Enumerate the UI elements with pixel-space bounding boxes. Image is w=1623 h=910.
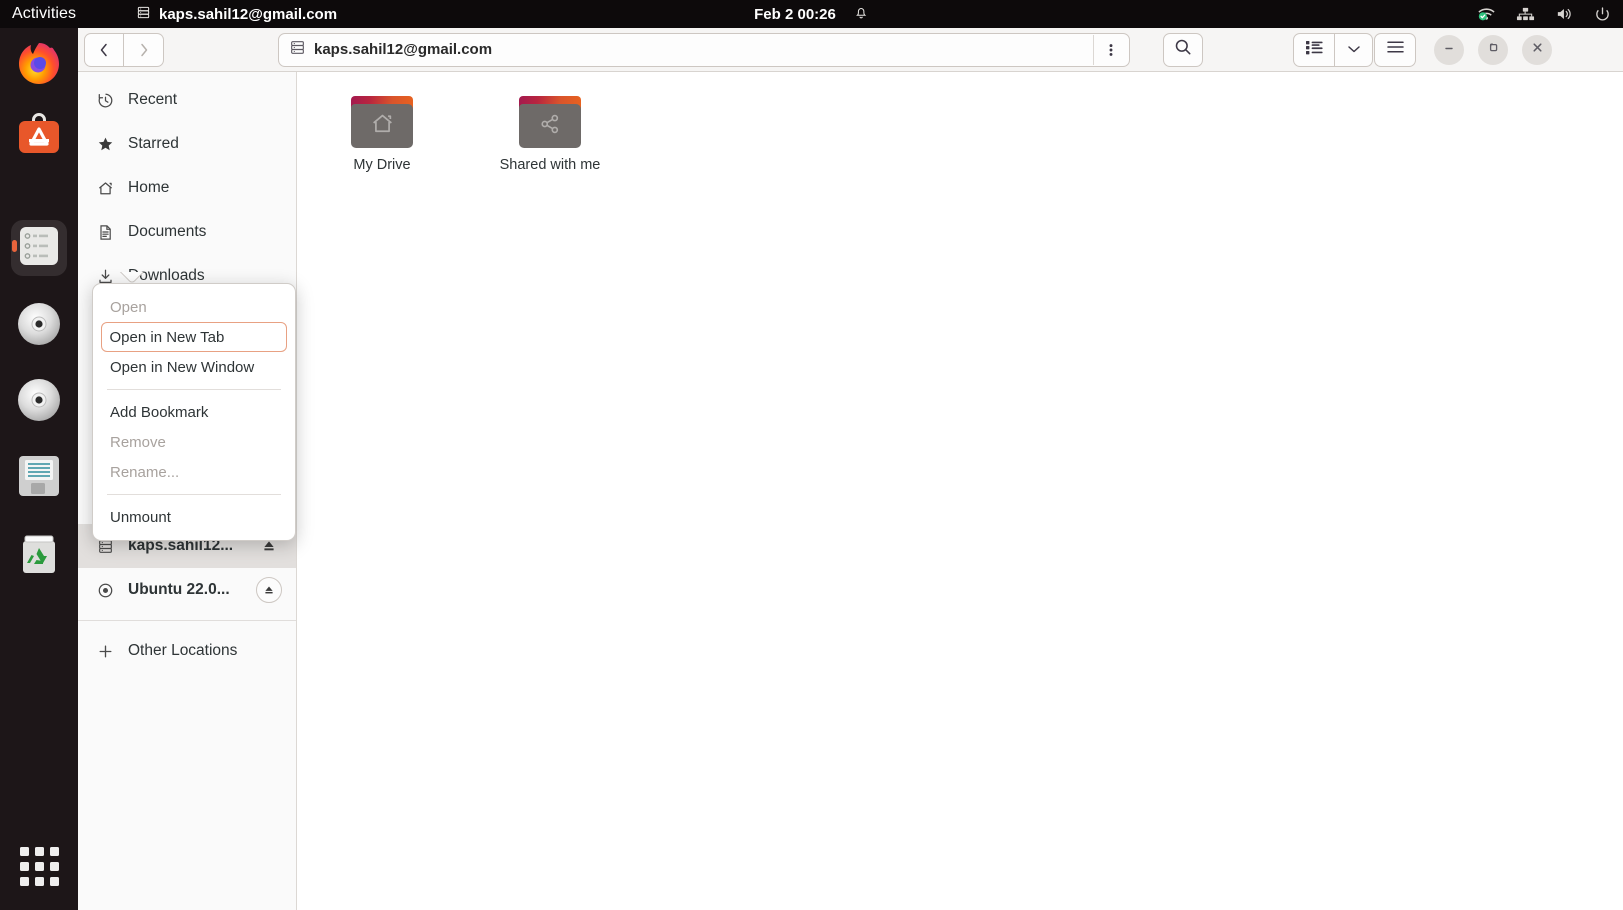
network-wired-icon — [1516, 6, 1535, 22]
dock-item-trash[interactable] — [11, 526, 67, 582]
kebab-menu-icon[interactable] — [1093, 34, 1127, 65]
context-menu-item-open-in-new-tab[interactable]: Open in New Tab — [101, 322, 287, 352]
file-label: Shared with me — [499, 157, 601, 173]
show-applications-button[interactable] — [17, 844, 61, 888]
list-view-button[interactable] — [1293, 32, 1335, 67]
plus-icon — [96, 643, 114, 660]
share-emblem-icon — [538, 112, 562, 141]
trash-icon — [16, 529, 62, 580]
close-button[interactable] — [1522, 34, 1552, 65]
dock-item-disk[interactable] — [11, 450, 67, 506]
activities-button[interactable]: Activities — [12, 5, 76, 23]
maximize-button[interactable] — [1478, 34, 1508, 65]
sidebar-item-label: Ubuntu 22.0... — [128, 581, 230, 598]
files-window: kaps.sahil12@gmail.com Recent Starred Ho… — [78, 28, 1623, 910]
context-menu-popover: Open Open in New Tab Open in New Window … — [92, 283, 296, 541]
wifi-icon — [1477, 6, 1496, 22]
clock-area[interactable]: Feb 2 00:26 — [754, 4, 869, 24]
home-icon — [96, 180, 114, 197]
dock-item-cd-drive-2[interactable] — [11, 374, 67, 430]
context-menu-item-open-in-new-window[interactable]: Open in New Window — [101, 352, 287, 382]
search-icon — [1174, 38, 1192, 61]
context-menu-separator-2 — [107, 494, 281, 495]
document-icon — [96, 224, 114, 241]
clock-icon — [96, 92, 114, 109]
sidebar-item-label: Other Locations — [128, 642, 238, 659]
ubuntu-dock — [0, 28, 78, 910]
file-grid: My Drive Shared with me — [297, 72, 1623, 910]
close-icon — [1531, 41, 1544, 59]
chevron-down-icon — [1347, 41, 1361, 59]
disc-icon — [96, 582, 114, 599]
volume-icon — [1555, 6, 1574, 22]
view-options-dropdown[interactable] — [1335, 32, 1373, 67]
forward-button[interactable] — [124, 32, 164, 67]
file-label: My Drive — [353, 157, 411, 173]
sidebar-item-label: Documents — [128, 223, 207, 240]
dock-item-ubuntu-software[interactable] — [11, 106, 67, 162]
file-item-shared-with-me[interactable]: Shared with me — [495, 96, 605, 175]
sidebar-separator — [78, 620, 296, 621]
sidebar-item-recent[interactable]: Recent — [78, 78, 296, 122]
sidebar-item-starred[interactable]: Starred — [78, 122, 296, 166]
sidebar-item-label: Starred — [128, 135, 179, 152]
folder-body — [351, 104, 413, 148]
bell-icon — [854, 4, 869, 24]
eject-button[interactable] — [256, 577, 282, 603]
navigation-buttons — [84, 32, 164, 67]
dock-item-cd-drive-1[interactable] — [11, 298, 67, 354]
drive-icon — [289, 39, 306, 61]
ubuntu-software-icon — [14, 107, 64, 162]
sidebar-item-other-locations[interactable]: Other Locations — [78, 629, 296, 673]
system-tray[interactable] — [1477, 0, 1611, 28]
list-view-icon — [1305, 39, 1324, 61]
cd-drive-icon-2 — [16, 377, 62, 428]
search-button[interactable] — [1163, 32, 1203, 67]
sidebar-item-documents[interactable]: Documents — [78, 210, 296, 254]
files-icon — [18, 225, 60, 272]
hamburger-menu-icon — [1386, 40, 1405, 59]
download-icon — [96, 268, 114, 285]
star-icon — [96, 136, 114, 153]
folder-body — [519, 104, 581, 148]
minimize-icon — [1443, 41, 1455, 59]
context-menu-item-rename: Rename... — [110, 463, 180, 481]
context-menu-item-remove: Remove — [110, 433, 166, 451]
minimize-button[interactable] — [1434, 34, 1464, 65]
context-menu-item-open: Open — [110, 298, 147, 316]
main-menu-button[interactable] — [1374, 32, 1416, 67]
path-label: kaps.sahil12@gmail.com — [314, 41, 493, 58]
dock-item-files[interactable] — [11, 220, 67, 276]
context-menu-item-unmount[interactable]: Unmount — [101, 502, 287, 532]
file-item-my-drive[interactable]: My Drive — [327, 96, 437, 175]
power-icon — [1594, 6, 1611, 23]
sidebar-item-label: Home — [128, 179, 170, 196]
folder-icon — [519, 96, 581, 148]
sidebar-item-home[interactable]: Home — [78, 166, 296, 210]
path-bar[interactable]: kaps.sahil12@gmail.com — [278, 32, 1130, 67]
dock-item-firefox[interactable] — [11, 38, 67, 94]
clock-label: Feb 2 00:26 — [754, 5, 836, 23]
sidebar-context-menu: Open Open in New Tab Open in New Window … — [92, 283, 296, 541]
header-bar: kaps.sahil12@gmail.com — [78, 28, 1623, 72]
sidebar-item-label: Recent — [128, 91, 178, 108]
app-indicator-label: kaps.sahil12@gmail.com — [159, 5, 338, 23]
back-button[interactable] — [84, 32, 124, 67]
cd-drive-icon — [16, 301, 62, 352]
app-indicator[interactable]: kaps.sahil12@gmail.com — [136, 0, 337, 28]
disk-icon — [16, 453, 62, 504]
running-indicator — [12, 240, 17, 252]
folder-icon — [351, 96, 413, 148]
eject-icon[interactable] — [256, 539, 282, 553]
drive-icon — [136, 5, 151, 24]
context-menu-separator-1 — [107, 389, 281, 390]
maximize-icon — [1487, 41, 1500, 59]
home-emblem-icon — [370, 111, 395, 141]
firefox-icon — [14, 39, 64, 94]
sidebar-item-ubuntu-disc[interactable]: Ubuntu 22.0... — [78, 568, 296, 612]
context-menu-item-add-bookmark[interactable]: Add Bookmark — [101, 397, 287, 427]
top-bar: Activities kaps.sahil12@gmail.com Feb 2 … — [0, 0, 1623, 28]
view-controls — [1293, 32, 1373, 67]
